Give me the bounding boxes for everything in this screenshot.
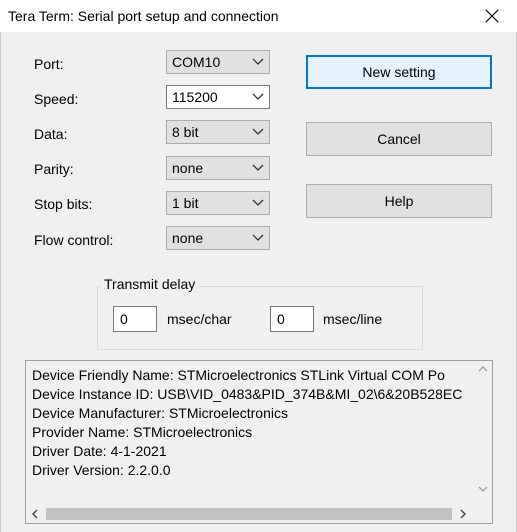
data-dropdown[interactable]: 8 bit <box>166 120 270 144</box>
scroll-down-arrow-icon[interactable] <box>478 485 488 493</box>
data-value: 8 bit <box>172 124 199 140</box>
chevron-down-icon <box>252 199 264 206</box>
chevron-down-icon[interactable] <box>251 91 265 103</box>
scroll-right-arrow-icon[interactable] <box>459 509 467 519</box>
flow-control-dropdown[interactable]: none <box>166 226 270 250</box>
device-info-line: Device Friendly Name: STMicroelectronics… <box>32 367 445 383</box>
speed-value: 115200 <box>172 89 218 105</box>
flow-control-label: Flow control: <box>34 232 114 248</box>
data-label: Data: <box>34 126 68 142</box>
help-button[interactable]: Help <box>306 184 492 218</box>
stop-bits-value: 1 bit <box>172 195 199 211</box>
scrollbar-corner <box>474 505 492 523</box>
stop-bits-dropdown[interactable]: 1 bit <box>166 191 270 215</box>
scroll-up-arrow-icon[interactable] <box>478 365 488 373</box>
char-delay-value: 0 <box>120 311 128 327</box>
char-delay-input[interactable]: 0 <box>113 306 157 332</box>
chevron-down-icon <box>252 164 264 171</box>
port-value: COM10 <box>172 54 221 70</box>
device-info-line: Driver Date: 4-1-2021 <box>32 443 167 459</box>
vertical-scrollbar[interactable] <box>474 361 492 505</box>
flow-control-value: none <box>172 230 204 246</box>
new-setting-button[interactable]: New setting <box>306 55 492 89</box>
speed-label: Speed: <box>34 91 79 107</box>
chevron-down-icon <box>252 234 264 241</box>
dialog-client-area: Port: COM10 Speed: 115200 Data: 8 bit Pa… <box>0 32 517 532</box>
line-delay-unit: msec/line <box>323 311 383 327</box>
device-info-line: Device Instance ID: USB\VID_0483&PID_374… <box>32 386 463 402</box>
horizontal-scrollbar[interactable] <box>26 505 474 523</box>
device-info-line: Driver Version: 2.2.0.0 <box>32 462 171 478</box>
parity-label: Parity: <box>34 161 74 177</box>
line-delay-value: 0 <box>277 311 285 327</box>
stop-bits-label: Stop bits: <box>34 196 93 212</box>
close-icon <box>485 9 499 23</box>
parity-value: none <box>172 160 204 176</box>
device-info-text: Device Friendly Name: STMicroelectronics… <box>32 366 468 480</box>
port-label: Port: <box>34 56 64 72</box>
close-button[interactable] <box>472 0 512 32</box>
device-info-line: Device Manufacturer: STMicroelectronics <box>32 405 288 421</box>
line-delay-input[interactable]: 0 <box>270 306 314 332</box>
title-bar: Tera Term: Serial port setup and connect… <box>0 0 517 32</box>
parity-dropdown[interactable]: none <box>166 156 270 180</box>
scroll-left-arrow-icon[interactable] <box>31 509 39 519</box>
window-title: Tera Term: Serial port setup and connect… <box>8 8 279 24</box>
char-delay-unit: msec/char <box>167 311 232 327</box>
chevron-down-icon <box>252 58 264 65</box>
device-info-line: Provider Name: STMicroelectronics <box>32 424 253 440</box>
chevron-down-icon <box>252 128 264 135</box>
device-info-box[interactable]: Device Friendly Name: STMicroelectronics… <box>25 360 493 524</box>
cancel-button[interactable]: Cancel <box>306 122 492 156</box>
port-dropdown[interactable]: COM10 <box>166 50 270 74</box>
speed-combobox[interactable]: 115200 <box>166 85 270 109</box>
transmit-delay-label: Transmit delay <box>101 276 199 292</box>
horizontal-scroll-thumb[interactable] <box>46 508 452 520</box>
